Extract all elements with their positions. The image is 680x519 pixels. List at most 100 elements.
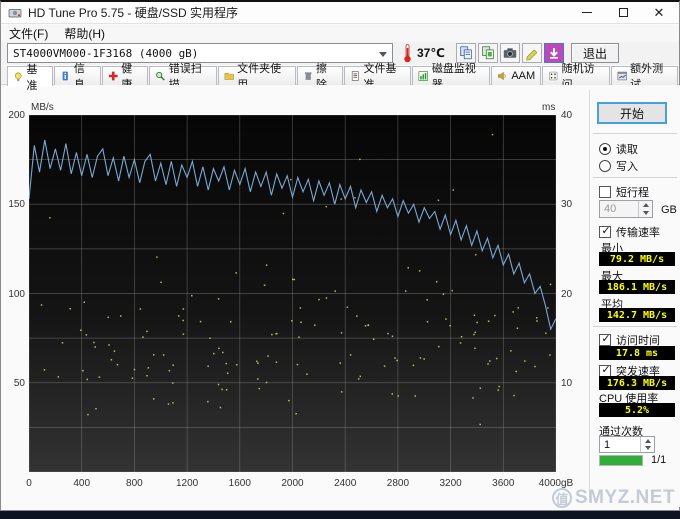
health-cross-icon xyxy=(108,71,118,81)
short-stroke-label: 短行程 xyxy=(616,187,649,199)
divider xyxy=(593,133,677,134)
avg-value: 142.7 MB/s xyxy=(599,308,675,322)
tab-error-scan[interactable]: 错误扫描 xyxy=(149,63,217,91)
short-stroke-checkbox[interactable]: 短行程 xyxy=(599,184,649,200)
tab-folder-usage[interactable]: 文件夹使用 xyxy=(217,63,296,91)
temperature-readout: 37℃ xyxy=(417,46,445,60)
tab-file-benchmark[interactable]: 文件基准 xyxy=(343,63,412,91)
menu-file[interactable]: 文件(F) xyxy=(1,25,56,42)
download-arrow-icon xyxy=(550,48,558,59)
watermark-text: SMYZ.NET xyxy=(575,487,676,508)
spinner-arrows-icon[interactable] xyxy=(638,201,652,217)
transfer-rate-checkbox[interactable]: 传输速率 xyxy=(599,224,660,240)
pass-count-spinner[interactable]: 1 xyxy=(599,436,655,453)
access-time-value: 17.8 ms xyxy=(599,346,675,360)
axis-tick-label: 50 xyxy=(13,377,25,389)
tab-benchmark[interactable]: 基准 xyxy=(7,64,54,92)
axis-tick-label: 0 xyxy=(26,478,32,489)
tab-info[interactable]: 信息 xyxy=(54,63,101,91)
axis-tick-label: 400 xyxy=(73,478,91,489)
axis-tick-label: 100 xyxy=(8,288,25,300)
read-radio[interactable]: 读取 xyxy=(599,141,638,157)
tab-extra-tests[interactable]: 额外测试 xyxy=(610,63,679,91)
progress-fill xyxy=(600,456,642,465)
axis-tick-label: 1600 xyxy=(228,478,251,489)
axis-tick-label: 1200 xyxy=(175,478,199,489)
copy-text-icon xyxy=(460,46,472,60)
tab-label: 基准 xyxy=(26,63,38,92)
burst-rate-value: 176.3 MB/s xyxy=(599,376,675,390)
bar-chart-icon xyxy=(418,71,429,81)
spinner-arrows-icon[interactable] xyxy=(640,437,654,452)
radio-dot-icon xyxy=(599,160,611,172)
tab-health[interactable]: 健康 xyxy=(101,63,149,91)
checkbox-icon xyxy=(599,226,612,238)
line-chart-icon xyxy=(617,71,627,81)
copy-image-icon xyxy=(482,46,494,60)
start-label: 开始 xyxy=(619,106,644,121)
app-icon xyxy=(8,8,22,17)
folder-icon xyxy=(224,72,234,80)
menu-help[interactable]: 帮助(H) xyxy=(56,25,113,42)
trash-icon xyxy=(304,72,312,80)
info-icon xyxy=(63,71,69,81)
maximize-button[interactable] xyxy=(607,2,639,23)
write-radio[interactable]: 写入 xyxy=(599,158,638,174)
benchmark-plot xyxy=(29,115,556,472)
axis-tick-label: 3600 xyxy=(492,478,515,489)
axis-tick-label: 2400 xyxy=(334,478,357,489)
options-icon xyxy=(526,49,538,61)
exit-label: 退出 xyxy=(582,46,607,61)
save-screenshot-button[interactable] xyxy=(500,43,520,63)
divider xyxy=(593,177,677,178)
cpu-usage-value: 5.2% xyxy=(599,403,675,417)
axis-tick-label: 2800 xyxy=(386,478,410,489)
axis-tick-label: 800 xyxy=(126,478,143,489)
dice-icon xyxy=(549,71,558,81)
close-button[interactable]: ✕ xyxy=(643,2,675,23)
y-axis-unit-right: ms xyxy=(542,102,556,113)
axis-tick-label: 30 xyxy=(561,199,573,211)
tab-erase[interactable]: 擦除 xyxy=(296,63,343,91)
panel-divider xyxy=(589,90,590,502)
speaker-icon xyxy=(498,71,507,81)
drive-selector-value: ST4000VM000-1F3168 (4000 gB) xyxy=(13,46,199,60)
axis-tick-label: 20 xyxy=(561,288,573,300)
app-window: HD Tune Pro 5.75 - 硬盘/SSD 实用程序 ✕ 文件(F) 帮… xyxy=(0,0,680,511)
short-stroke-size-spinner[interactable]: 40 xyxy=(599,200,653,218)
progress-label: 1/1 xyxy=(651,454,667,466)
max-value: 186.1 MB/s xyxy=(599,280,675,294)
transfer-rate-label: 传输速率 xyxy=(616,227,660,239)
axis-tick-label: 200 xyxy=(8,110,25,121)
tab-random-access[interactable]: 随机访问 xyxy=(542,63,610,91)
axis-tick-label: 10 xyxy=(561,377,573,389)
short-stroke-value: 40 xyxy=(604,203,617,215)
chevron-down-icon xyxy=(379,52,387,57)
screenshot-camera-icon xyxy=(503,48,517,58)
checkbox-icon xyxy=(599,186,611,198)
tab-aam[interactable]: AAM xyxy=(491,66,542,85)
checkbox-icon xyxy=(599,334,612,346)
min-value: 79.2 MB/s xyxy=(599,252,675,266)
watermark: 值 SMYZ.NET xyxy=(552,487,675,509)
magnifier-icon xyxy=(156,71,165,81)
progress-bar xyxy=(599,455,643,466)
axis-tick-label: 3200 xyxy=(439,478,462,489)
titlebar: HD Tune Pro 5.75 - 硬盘/SSD 实用程序 ✕ xyxy=(1,2,679,24)
options-button[interactable] xyxy=(522,43,542,63)
write-label: 写入 xyxy=(616,161,638,173)
axis-tick-label: 40 xyxy=(561,110,573,121)
file-icon xyxy=(351,71,359,81)
minimize-button[interactable] xyxy=(571,2,603,23)
gb-unit-label: GB xyxy=(661,204,677,216)
axis-tick-label: 150 xyxy=(8,199,25,211)
y-axis-unit-left: MB/s xyxy=(31,102,54,113)
pass-count-value: 1 xyxy=(604,438,611,451)
watermark-badge: 值 xyxy=(552,488,572,508)
tab-disk-monitor[interactable]: 磁盘监视器 xyxy=(412,63,491,91)
lightbulb-icon xyxy=(15,72,22,81)
radio-dot-icon xyxy=(599,143,611,155)
start-button[interactable]: 开始 xyxy=(597,102,667,124)
tab-label: AAM xyxy=(511,70,536,82)
axis-tick-label: 2000 xyxy=(281,478,304,489)
